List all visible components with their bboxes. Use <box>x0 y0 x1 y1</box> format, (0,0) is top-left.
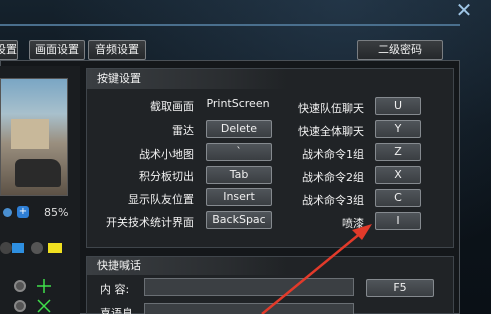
hotkey-label: 截取画面 <box>150 100 194 113</box>
hotkey-key-button[interactable]: Z <box>375 143 421 161</box>
content-label: 内 容: <box>100 283 130 296</box>
hotkey-key-button[interactable]: PrintScreen <box>205 96 271 114</box>
close-icon[interactable]: ✕ <box>451 0 477 20</box>
hotkey-label: 积分板切出 <box>139 170 194 183</box>
hotkey-key-button[interactable]: BackSpac <box>206 211 272 229</box>
tab-audio-settings[interactable]: 音频设置 <box>88 40 146 60</box>
hotkey-label: 快速队伍聊天 <box>298 102 364 115</box>
hotkey-key-button[interactable]: U <box>375 97 421 115</box>
hotkey-label: 开关技术统计界面 <box>106 216 194 229</box>
volume-percent: 85% <box>44 206 69 219</box>
hotkey-label: 快速全体聊天 <box>298 125 364 138</box>
hotkey-label: 显示队友位置 <box>128 193 194 206</box>
crosshair-option-circle[interactable] <box>14 280 26 292</box>
color-option-yellow[interactable] <box>48 243 62 253</box>
hotkey-key-button[interactable]: ` <box>206 143 272 161</box>
window-top-border <box>0 24 460 26</box>
hotkey-key-button[interactable]: I <box>375 212 421 230</box>
color-option-gray[interactable] <box>0 242 12 254</box>
color-option-blue[interactable] <box>12 243 24 253</box>
hotkey-key-button[interactable]: Tab <box>206 166 272 184</box>
slider-knob[interactable] <box>3 208 12 217</box>
second-input[interactable] <box>144 303 354 314</box>
content-input[interactable] <box>144 278 354 296</box>
hotkey-key-button[interactable]: C <box>375 189 421 207</box>
tab-display-settings[interactable]: 画面设置 <box>29 40 85 60</box>
hotkey-key-button[interactable]: Insert <box>206 188 272 206</box>
second-line-label: 喜语息 <box>100 307 133 314</box>
tab-settings[interactable]: 设置 <box>0 40 18 60</box>
crosshair-plus-icon[interactable] <box>36 278 52 294</box>
hotkey-label: 战术命令1组 <box>302 148 364 161</box>
hotkey-label: 战术命令2组 <box>302 171 364 184</box>
game-preview-image <box>0 78 68 196</box>
hotkey-label: 喷漆 <box>342 217 364 230</box>
content-key-button[interactable]: F5 <box>366 279 434 297</box>
hotkey-label: 雷达 <box>172 124 194 137</box>
crosshair-option-dot[interactable] <box>14 300 26 312</box>
color-option-dark[interactable] <box>31 242 43 254</box>
hotkey-key-button[interactable]: Delete <box>206 120 272 138</box>
section-title: 按键设置 <box>87 69 287 89</box>
section-title: 快捷喊话 <box>87 257 287 275</box>
crosshair-x-icon[interactable] <box>36 298 52 314</box>
hotkey-key-button[interactable]: Y <box>375 120 421 138</box>
hotkey-label: 战术小地图 <box>139 148 194 161</box>
secondary-password-button[interactable]: 二级密码 <box>357 40 443 60</box>
hotkey-label: 战术命令3组 <box>302 194 364 207</box>
plus-icon[interactable]: + <box>17 206 29 218</box>
hotkey-key-button[interactable]: X <box>375 166 421 184</box>
